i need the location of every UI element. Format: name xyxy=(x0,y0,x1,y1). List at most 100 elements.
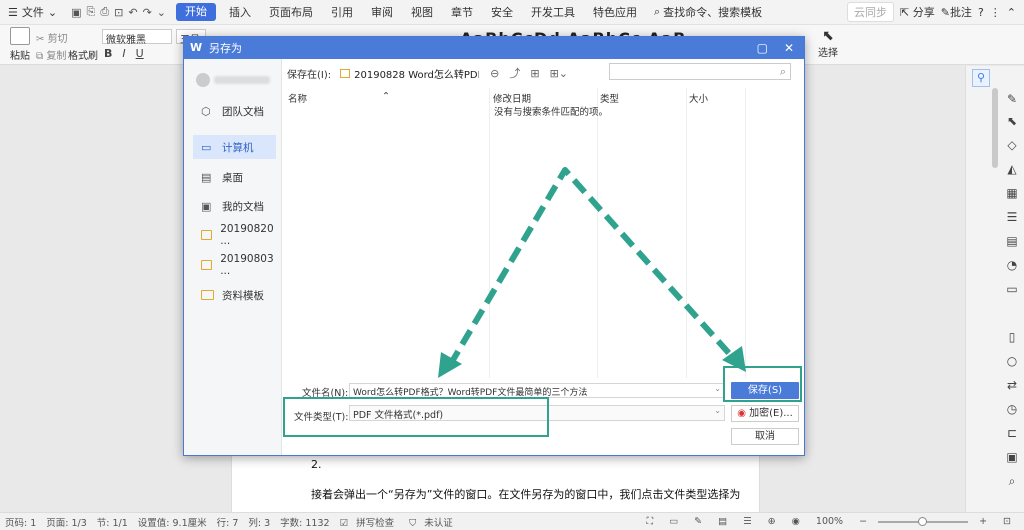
share-button[interactable]: ⇱ 分享 xyxy=(900,4,935,20)
copy-button[interactable]: ⧉ 复制 xyxy=(36,47,66,62)
chat-icon[interactable]: ○ xyxy=(1005,354,1019,368)
shapes-icon[interactable]: ◇ xyxy=(1005,138,1019,152)
underline-button[interactable]: U xyxy=(136,47,144,60)
layers-icon[interactable]: ▭ xyxy=(1005,282,1019,296)
edit-view-icon[interactable]: ✎ xyxy=(689,516,707,527)
help-icon[interactable]: ? xyxy=(978,6,984,19)
sidebar-item-folder[interactable]: 20190803 ... xyxy=(193,253,276,277)
cut-button[interactable]: ✂ 剪切 xyxy=(36,30,68,45)
tab-security[interactable]: 安全 xyxy=(482,0,522,25)
new-folder-icon[interactable]: ⊞ xyxy=(528,67,541,80)
location-pin-icon[interactable]: ⚲ xyxy=(972,69,990,87)
bold-button[interactable]: B xyxy=(104,47,112,60)
status-word-count[interactable]: 字数: 1132 xyxy=(275,515,334,529)
select-button[interactable]: ⬉ 选择 xyxy=(818,28,838,59)
pointer-icon[interactable]: ⬉ xyxy=(1005,114,1019,128)
column-type[interactable]: 类型 xyxy=(600,91,619,105)
command-search[interactable]: ⌕ 查找命令、搜索模板 xyxy=(646,4,770,20)
crop-icon[interactable]: ⊏ xyxy=(1005,426,1019,440)
print-preview-icon[interactable]: ⊡ xyxy=(114,6,123,19)
sidebar-item-folder[interactable]: 资料模板 xyxy=(193,283,276,307)
italic-button[interactable]: I xyxy=(122,47,125,60)
back-icon[interactable]: ⊖ xyxy=(488,67,501,80)
web-view-icon[interactable]: ⊕ xyxy=(763,516,781,527)
format-painter-button[interactable]: 格式刷 xyxy=(68,47,98,62)
view-mode-icon[interactable]: ⊞⌄ xyxy=(548,67,570,80)
undo-icon[interactable]: ↶ xyxy=(128,6,137,19)
encrypt-label: 加密(E)... xyxy=(749,408,793,419)
sidebar-item-my-documents[interactable]: ▣ 我的文档 xyxy=(193,194,276,218)
file-menu[interactable]: ☰ 文件 ⌄ xyxy=(0,4,65,20)
more-icon[interactable]: ⋮ xyxy=(990,6,1001,19)
tab-page-layout[interactable]: 页面布局 xyxy=(260,0,322,25)
save-icon[interactable]: ▣ xyxy=(71,6,81,19)
dialog-search-input[interactable]: ⌕ xyxy=(609,63,791,80)
cloud-sync-button[interactable]: 云同步 xyxy=(847,2,894,22)
chevron-down-icon[interactable]: ⌄ xyxy=(157,6,166,19)
sidebar-item-folder[interactable]: 20190820 ... xyxy=(193,223,276,247)
image-icon[interactable]: ▣ xyxy=(1005,450,1019,464)
fullscreen-icon[interactable]: ⛶ xyxy=(642,516,659,527)
certification-status[interactable]: ⛉ 未认证 xyxy=(404,515,463,529)
spell-check-button[interactable]: ☑ 拼写检查 xyxy=(335,515,405,529)
close-icon[interactable]: ✕ xyxy=(784,41,794,55)
export-icon[interactable]: ⎘ xyxy=(87,5,96,19)
fill-icon[interactable]: ◭ xyxy=(1005,162,1019,176)
tab-features[interactable]: 特色应用 xyxy=(584,0,646,25)
print-icon[interactable]: ⎙ xyxy=(100,5,109,19)
format-icon[interactable]: ▤ xyxy=(1005,234,1019,248)
reading-view-icon[interactable]: ◉ xyxy=(787,516,805,527)
share-icon[interactable]: ⇄ xyxy=(1005,378,1019,392)
tab-review[interactable]: 审阅 xyxy=(362,0,402,25)
eye-protection-icon[interactable]: ▭ xyxy=(664,516,683,527)
tab-references[interactable]: 引用 xyxy=(322,0,362,25)
tab-home[interactable]: 开始 xyxy=(176,3,216,21)
paste-button[interactable]: 粘贴 xyxy=(6,27,34,62)
zoom-out-icon[interactable]: − xyxy=(854,516,872,527)
avatar xyxy=(196,73,210,87)
collapse-icon[interactable]: ⌃ xyxy=(1007,6,1016,19)
lock-icon: ◉ xyxy=(737,408,746,419)
zoom-slider-handle[interactable] xyxy=(918,516,928,526)
table-icon[interactable]: ▦ xyxy=(1005,186,1019,200)
history-icon[interactable]: ◷ xyxy=(1005,402,1019,416)
pen-icon[interactable]: ✎ xyxy=(1005,92,1019,106)
view-controls: ⛶ ▭ ✎ ▤ ☰ ⊕ ◉ 100% − + ⊡ xyxy=(642,516,1024,527)
settings-icon[interactable]: ☰ xyxy=(1005,210,1019,224)
paste-icon xyxy=(10,27,30,45)
book-icon[interactable]: ▯ xyxy=(1005,330,1019,344)
redo-icon[interactable]: ↷ xyxy=(143,6,152,19)
save-in-select[interactable]: 20190828 Word怎么转PDF格式 xyxy=(337,65,482,81)
zoom-level[interactable]: 100% xyxy=(811,516,848,527)
cancel-button[interactable]: 取消 xyxy=(731,428,799,445)
user-account[interactable] xyxy=(196,73,276,87)
up-folder-icon[interactable]: ⤴ xyxy=(507,65,522,81)
sidebar-item-computer[interactable]: ▭ 计算机 xyxy=(193,135,276,159)
column-size[interactable]: 大小 xyxy=(689,91,708,105)
zoom-slider[interactable] xyxy=(878,516,969,526)
maximize-icon[interactable]: ▢ xyxy=(757,41,768,55)
font-name-select[interactable]: 微软雅黑 xyxy=(102,29,172,46)
column-name[interactable]: 名称 xyxy=(288,91,307,105)
tab-developer[interactable]: 开发工具 xyxy=(522,0,584,25)
chevron-down-icon[interactable]: ⌄ xyxy=(714,384,721,393)
page-view-icon[interactable]: ▤ xyxy=(713,516,732,527)
outline-view-icon[interactable]: ☰ xyxy=(738,516,757,527)
tab-chapter[interactable]: 章节 xyxy=(442,0,482,25)
file-list[interactable]: 名称 ⌃ 修改日期 类型 大小 没有与搜索条件匹配的项。 xyxy=(282,88,806,378)
comment-button[interactable]: ✎批注 xyxy=(941,4,972,20)
sidebar-item-team-docs[interactable]: ⬡ 团队文档 xyxy=(193,99,276,123)
filename-input[interactable]: Word怎么转PDF格式？Word转PDF文件最简单的三个方法 ⌄ xyxy=(349,383,725,398)
search-icon[interactable]: ⌕ xyxy=(1005,474,1019,488)
translate-icon[interactable]: ◔ xyxy=(1005,258,1019,272)
encrypt-button[interactable]: ◉ 加密(E)... xyxy=(731,405,799,422)
vertical-scrollbar[interactable] xyxy=(992,88,998,168)
sidebar-item-desktop[interactable]: ▤ 桌面 xyxy=(193,165,276,189)
zoom-in-icon[interactable]: + xyxy=(974,516,992,527)
column-modified[interactable]: 修改日期 xyxy=(493,91,531,105)
tab-insert[interactable]: 插入 xyxy=(220,0,260,25)
dialog-title-bar[interactable]: W 另存为 ▢ ✕ xyxy=(184,37,804,59)
tab-view[interactable]: 视图 xyxy=(402,0,442,25)
chevron-down-icon[interactable]: ⌄ xyxy=(714,406,721,415)
fit-page-icon[interactable]: ⊡ xyxy=(998,516,1016,527)
